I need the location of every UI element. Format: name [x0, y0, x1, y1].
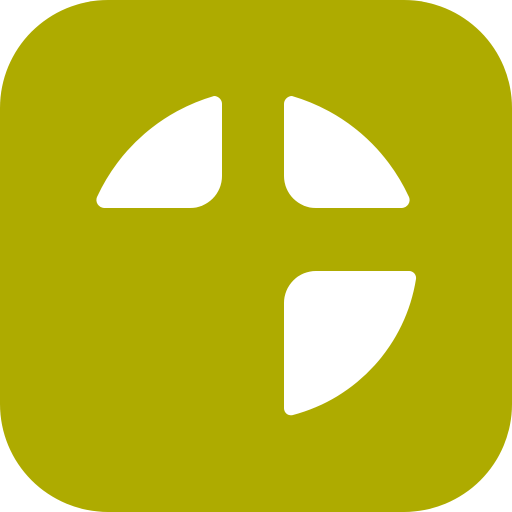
icon-background	[0, 0, 512, 512]
app-icon[interactable]	[0, 0, 512, 512]
